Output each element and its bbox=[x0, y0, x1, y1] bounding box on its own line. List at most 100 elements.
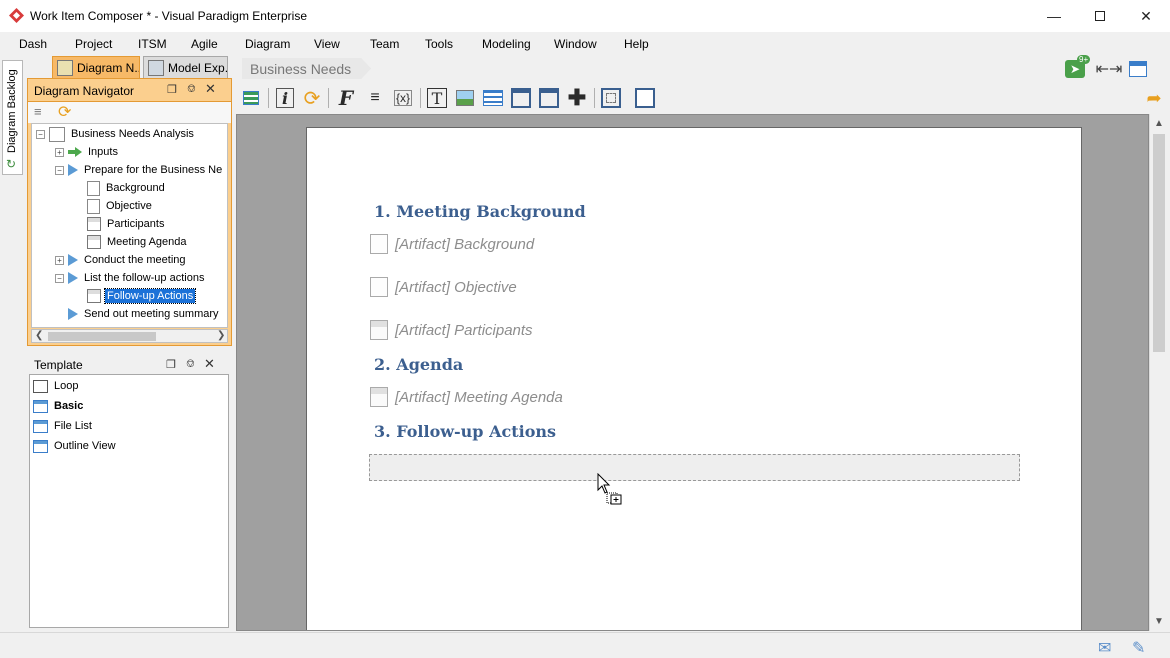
grid-view-button[interactable] bbox=[239, 86, 263, 110]
minimize-button[interactable]: — bbox=[1031, 0, 1077, 32]
collapse-all-icon[interactable]: ≡ bbox=[34, 104, 42, 119]
menu-tools[interactable]: Tools bbox=[425, 37, 453, 51]
diagram-backlog-label: Diagram Backlog bbox=[6, 69, 18, 153]
artifact-meeting-agenda[interactable]: [Artifact] Meeting Agenda bbox=[370, 387, 563, 407]
notifications-button[interactable]: ➤ 9+ bbox=[1063, 55, 1091, 80]
scrollbar-thumb[interactable] bbox=[48, 332, 156, 341]
collapse-expander-icon[interactable]: − bbox=[55, 273, 64, 283]
expand-expander-icon[interactable]: + bbox=[55, 255, 64, 265]
tree-item-follow-up-actions[interactable]: Follow-up Actions bbox=[87, 287, 197, 305]
export-button[interactable]: ➦ bbox=[1142, 86, 1166, 110]
refresh-button[interactable]: ⟳ bbox=[300, 86, 324, 110]
tree-item-list-follow-up[interactable]: − List the follow-up actions bbox=[55, 269, 206, 287]
tab-model-explorer[interactable]: Model Exp.. bbox=[143, 56, 228, 78]
section-heading-agenda[interactable]: 2. Agenda bbox=[374, 355, 463, 374]
menu-agile[interactable]: Agile bbox=[191, 37, 218, 51]
diagram-backlog-tab[interactable]: Diagram Backlog ↻ bbox=[2, 60, 23, 175]
menu-dash[interactable]: Dash bbox=[19, 37, 47, 51]
play-icon bbox=[68, 308, 78, 320]
scroll-down-icon[interactable]: ▼ bbox=[1154, 616, 1164, 627]
format-button[interactable]: F bbox=[334, 86, 358, 110]
menu-itsm[interactable]: ITSM bbox=[138, 37, 167, 51]
menu-help[interactable]: Help bbox=[624, 37, 649, 51]
scroll-up-icon[interactable]: ▲ bbox=[1154, 118, 1164, 129]
text-button[interactable]: T bbox=[425, 86, 449, 110]
tree-item-participants[interactable]: Participants bbox=[87, 215, 166, 233]
edit-note-icon[interactable]: ✎ bbox=[1132, 638, 1145, 658]
template-item-outline-view[interactable]: Outline View bbox=[33, 437, 116, 455]
row-layout-icon bbox=[539, 88, 559, 108]
scroll-right-icon[interactable]: ❯ bbox=[217, 330, 225, 341]
tab-diagram-navigator[interactable]: Diagram N.. bbox=[52, 56, 140, 78]
row-layout-button[interactable] bbox=[537, 86, 561, 110]
diagram-navigator-panel: Diagram Navigator ❐ ⎊ ✕ ≡ ⟳ − Business N… bbox=[27, 78, 232, 346]
collapse-expander-icon[interactable]: − bbox=[55, 165, 64, 175]
close-panel-icon[interactable]: ✕ bbox=[204, 356, 215, 372]
composer-canvas[interactable]: 1. Meeting Background [Artifact] Backgro… bbox=[236, 114, 1149, 631]
scrollbar-thumb[interactable] bbox=[1153, 134, 1165, 352]
table-button[interactable] bbox=[481, 86, 505, 110]
menu-diagram[interactable]: Diagram bbox=[245, 37, 290, 51]
artifact-participants[interactable]: [Artifact] Participants bbox=[370, 320, 533, 340]
refresh-icon[interactable]: ⟳ bbox=[58, 102, 71, 122]
breadcrumb-label: Business Needs bbox=[250, 60, 352, 77]
template-item-basic[interactable]: Basic bbox=[33, 397, 83, 415]
menu-team[interactable]: Team bbox=[370, 37, 399, 51]
pin-icon[interactable]: ⎊ bbox=[186, 358, 195, 371]
close-button[interactable]: ✕ bbox=[1123, 0, 1169, 32]
layout-button[interactable] bbox=[1126, 58, 1150, 80]
restore-panel-icon[interactable]: ❐ bbox=[167, 83, 177, 96]
image-button[interactable] bbox=[453, 86, 477, 110]
template-item-label: Outline View bbox=[54, 440, 116, 452]
title-bar: Work Item Composer * - Visual Paradigm E… bbox=[0, 0, 1170, 32]
scroll-left-icon[interactable]: ❮ bbox=[35, 330, 43, 341]
pin-icon[interactable]: ⎊ bbox=[187, 83, 196, 96]
menu-view[interactable]: View bbox=[314, 37, 340, 51]
play-icon bbox=[68, 164, 78, 176]
maximize-icon bbox=[1095, 11, 1105, 21]
template-item-file-list[interactable]: File List bbox=[33, 417, 92, 435]
artifact-background[interactable]: [Artifact] Background bbox=[370, 234, 534, 254]
page-frame-button[interactable] bbox=[599, 86, 623, 110]
app-logo-icon bbox=[9, 8, 24, 23]
tree-item-meeting-agenda[interactable]: Meeting Agenda bbox=[87, 233, 189, 251]
restore-panel-icon[interactable]: ❐ bbox=[166, 358, 176, 371]
info-button[interactable]: i bbox=[273, 86, 297, 110]
section-heading-follow-up-actions[interactable]: 3. Follow-up Actions bbox=[374, 422, 556, 441]
template-item-loop[interactable]: Loop bbox=[33, 377, 78, 395]
navigator-horizontal-scrollbar[interactable]: ❮ ❯ bbox=[31, 329, 228, 343]
column-layout-button[interactable] bbox=[509, 86, 533, 110]
section-heading-meeting-background[interactable]: 1. Meeting Background bbox=[374, 202, 586, 221]
maximize-button[interactable] bbox=[1077, 0, 1123, 32]
formula-f-icon: F bbox=[338, 86, 354, 110]
list-icon: ≡ bbox=[370, 89, 380, 106]
tree-item-background[interactable]: Background bbox=[87, 179, 167, 197]
menu-window[interactable]: Window bbox=[554, 37, 597, 51]
tree-item-conduct-meeting[interactable]: + Conduct the meeting bbox=[55, 251, 188, 269]
canvas-vertical-scrollbar[interactable]: ▲ ▼ bbox=[1149, 114, 1168, 631]
artifact-objective[interactable]: [Artifact] Objective bbox=[370, 277, 517, 297]
mail-icon[interactable]: ✉ bbox=[1098, 638, 1111, 658]
tree-item-business-needs-analysis[interactable]: − Business Needs Analysis bbox=[36, 125, 196, 143]
breadcrumb[interactable]: Business Needs bbox=[242, 58, 371, 79]
add-button[interactable]: ✚ bbox=[565, 85, 589, 110]
document-icon bbox=[370, 234, 388, 254]
document-page[interactable]: 1. Meeting Background [Artifact] Backgro… bbox=[306, 127, 1082, 630]
tree-item-inputs[interactable]: + Inputs bbox=[55, 143, 120, 161]
menu-project[interactable]: Project bbox=[75, 37, 112, 51]
page-setup-button[interactable] bbox=[633, 86, 657, 110]
refresh-icon: ⟳ bbox=[303, 87, 321, 110]
variable-button[interactable]: {x} bbox=[391, 86, 415, 110]
tree-item-objective[interactable]: Objective bbox=[87, 197, 154, 215]
fit-width-button[interactable]: ⇤⇥ bbox=[1096, 58, 1123, 80]
tree-item-label: Send out meeting summary bbox=[84, 308, 219, 320]
expand-expander-icon[interactable]: + bbox=[55, 147, 64, 157]
tree-item-send-summary[interactable]: Send out meeting summary bbox=[68, 305, 221, 323]
drop-target-placeholder[interactable] bbox=[369, 454, 1020, 481]
table-icon bbox=[87, 217, 101, 231]
close-panel-icon[interactable]: ✕ bbox=[205, 81, 216, 97]
collapse-expander-icon[interactable]: − bbox=[36, 129, 45, 139]
tree-item-prepare[interactable]: − Prepare for the Business Ne bbox=[55, 161, 224, 179]
list-button[interactable]: ≡ bbox=[363, 86, 387, 110]
menu-modeling[interactable]: Modeling bbox=[482, 37, 531, 51]
